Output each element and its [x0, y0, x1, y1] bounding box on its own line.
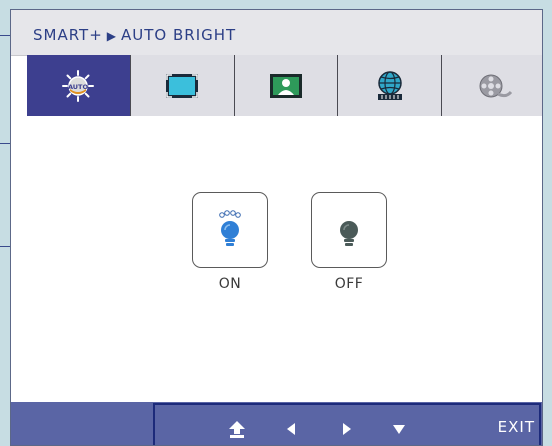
breadcrumb-current: AUTO BRIGHT: [121, 26, 237, 44]
breadcrumb-section: SMART+: [33, 26, 103, 44]
osd-window: SMART+ ▶ AUTO BRIGHT AUTO ON OFF EXIT: [10, 9, 543, 446]
nav-buttons-group: EXIT: [153, 403, 541, 445]
tab-auto-bright[interactable]: AUTO: [27, 55, 131, 116]
arrow-right-icon: [343, 423, 351, 435]
menu-tabs: AUTO: [27, 55, 542, 116]
picture-mode-icon: [269, 73, 302, 98]
enter-button[interactable]: [225, 417, 249, 441]
option-on[interactable]: ON: [185, 192, 275, 292]
film-reel-icon: [479, 74, 513, 97]
svg-text:AUTO: AUTO: [68, 83, 89, 91]
arrow-left-icon: [287, 423, 295, 435]
triangle-right-icon: ▶: [106, 29, 118, 43]
footer-bar: EXIT: [11, 402, 542, 445]
down-button[interactable]: [387, 417, 411, 441]
left-button[interactable]: [279, 417, 303, 441]
tab-film-reel[interactable]: [442, 55, 542, 116]
auto-bright-icon: AUTO: [62, 69, 95, 102]
exit-button[interactable]: EXIT: [498, 418, 535, 436]
tab-picture[interactable]: [234, 55, 339, 116]
enter-icon: [229, 421, 245, 438]
tab-screen-size[interactable]: [130, 55, 235, 116]
breadcrumb: SMART+ ▶ AUTO BRIGHT: [33, 26, 236, 44]
tab-globe[interactable]: [338, 55, 443, 116]
content-area: ON OFF: [11, 116, 542, 402]
bulb-on-icon: [219, 210, 241, 246]
option-off[interactable]: OFF: [304, 192, 394, 292]
option-on-button[interactable]: [192, 192, 268, 268]
screen-size-icon: [166, 73, 199, 98]
arrow-down-icon: [393, 425, 405, 434]
right-button[interactable]: [335, 417, 359, 441]
option-on-label: ON: [218, 276, 242, 292]
option-off-button[interactable]: [311, 192, 387, 268]
option-off-label: OFF: [334, 276, 364, 292]
globe-icon: [377, 70, 402, 100]
bulb-off-icon: [340, 221, 358, 246]
title-bar: SMART+ ▶ AUTO BRIGHT: [11, 10, 542, 56]
